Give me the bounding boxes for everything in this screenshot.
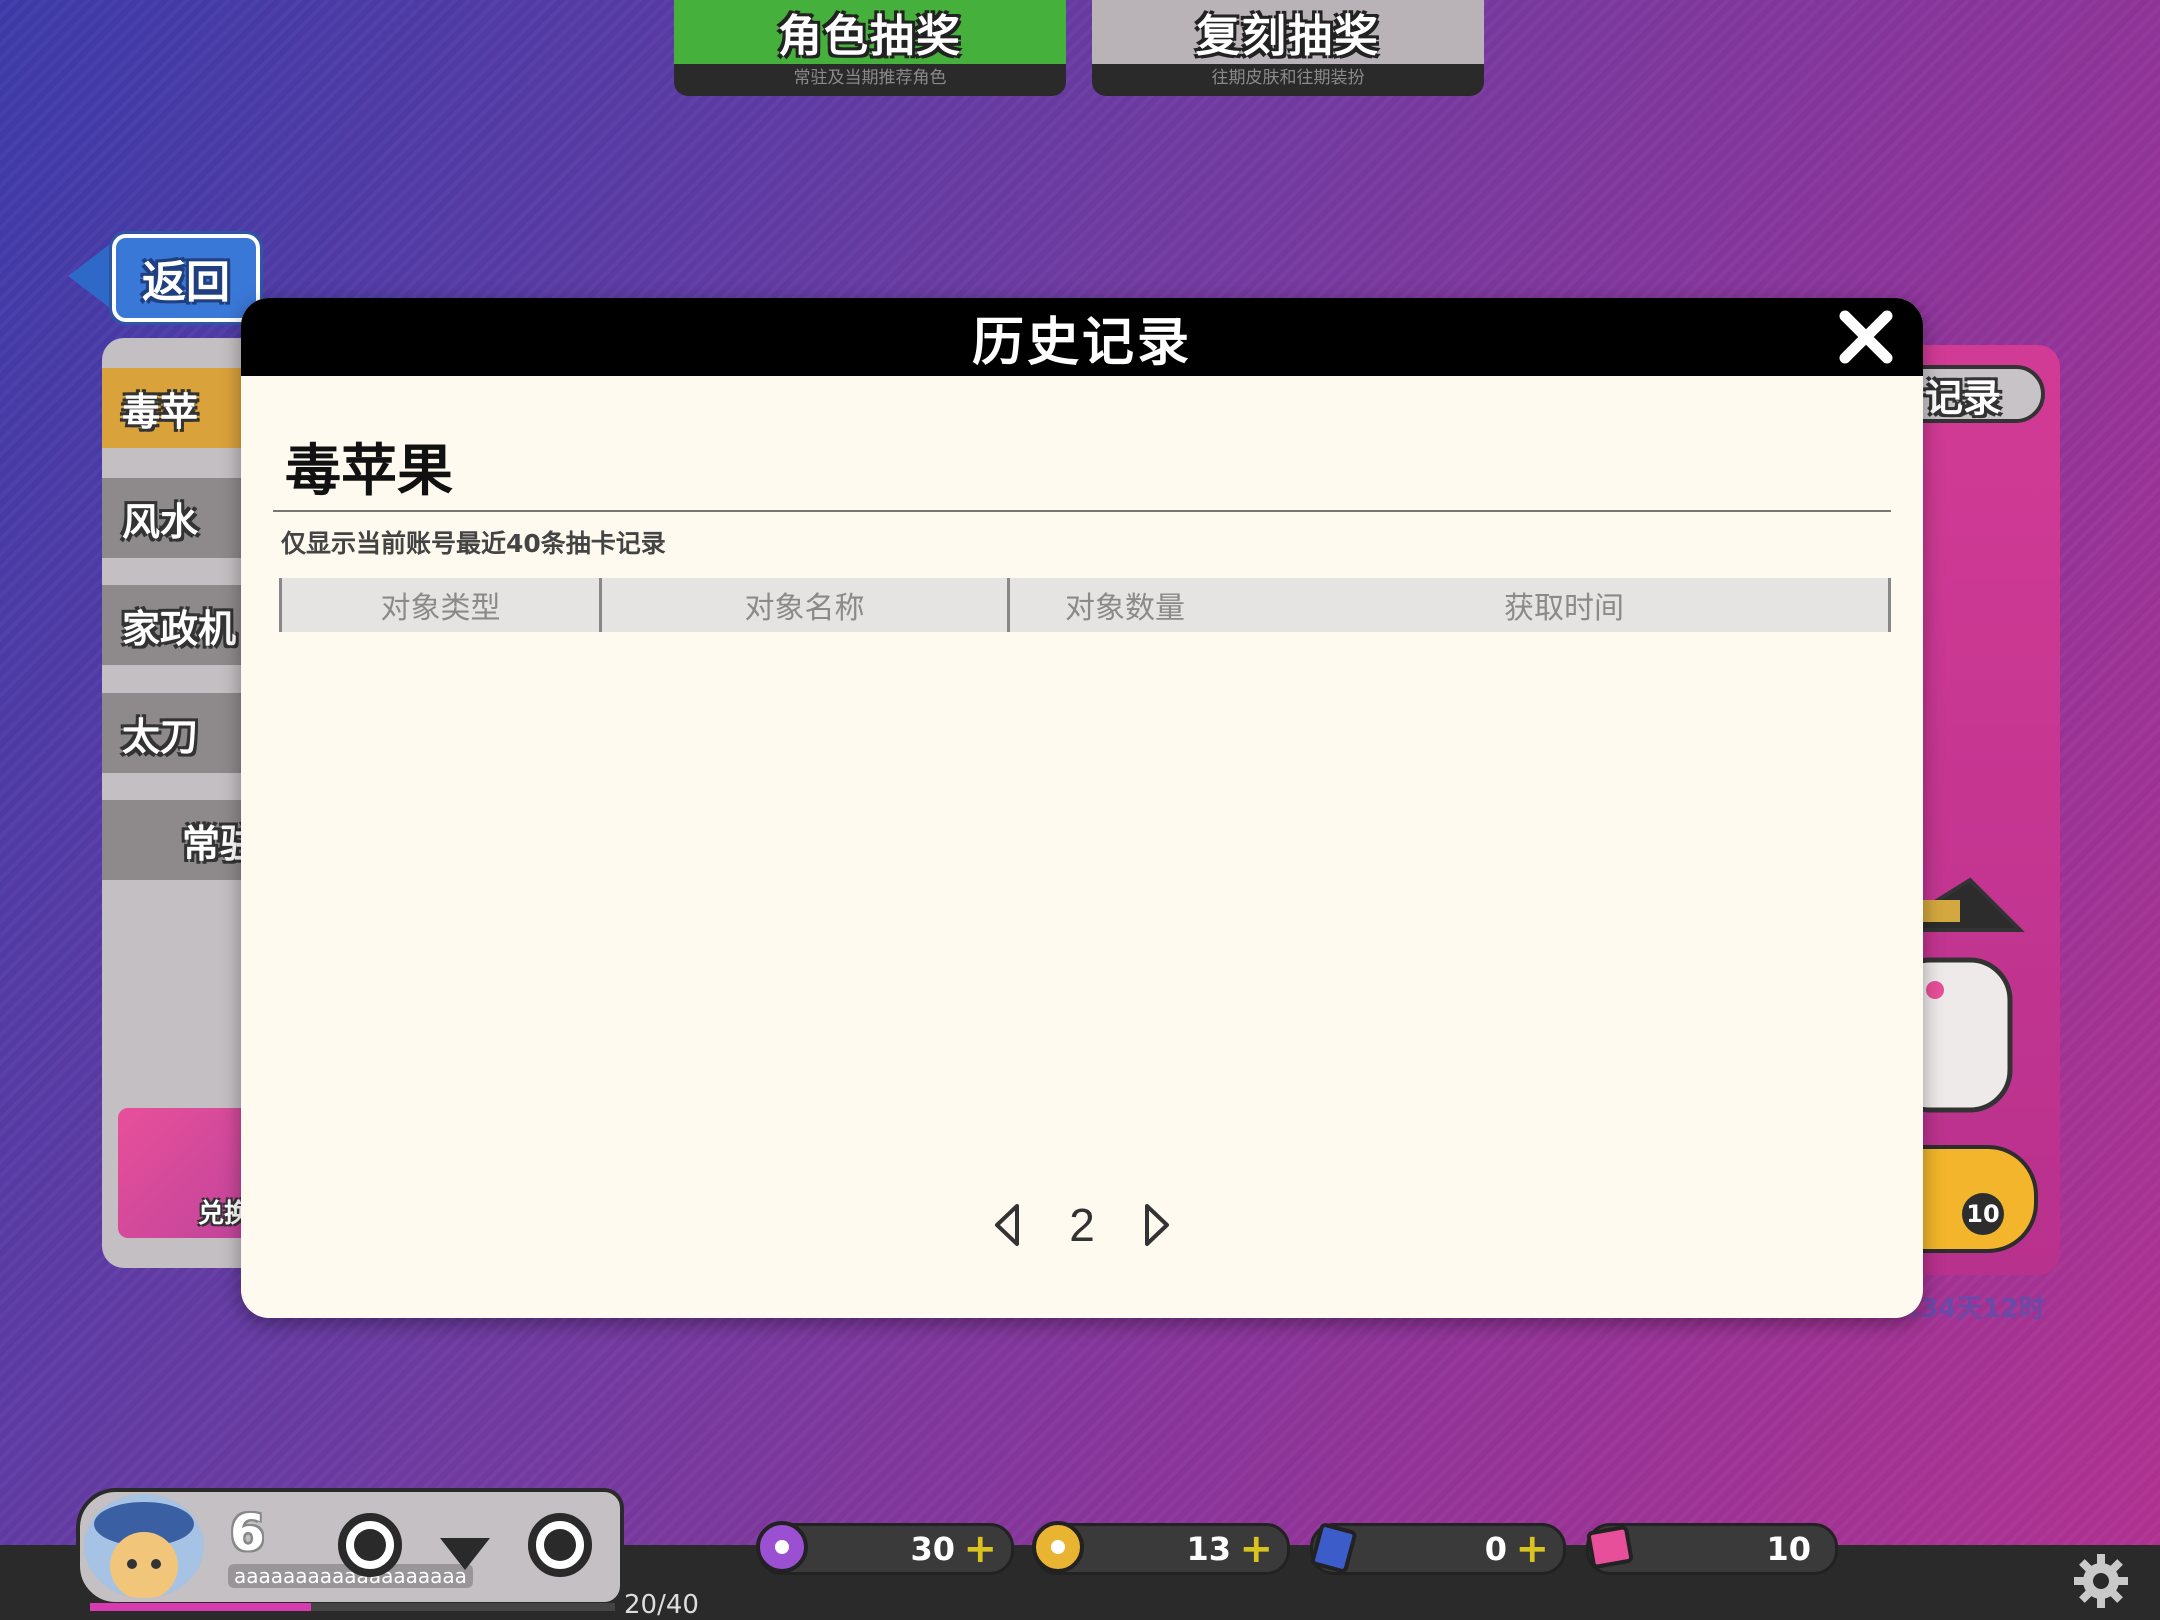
close-button[interactable] xyxy=(1835,306,1897,368)
tab-title: 角色抽奖 xyxy=(778,11,962,62)
pink-ticket-icon xyxy=(1586,1525,1634,1569)
category-label: 太刀 xyxy=(122,714,199,759)
divider xyxy=(273,510,1891,512)
gold-disc-icon xyxy=(1032,1521,1084,1573)
category-label: 风水 xyxy=(122,499,199,544)
modal-header: 历史记录 xyxy=(241,298,1923,376)
add-purple-disc-button[interactable]: + xyxy=(963,1526,997,1572)
resource-gold-disc: 13 + xyxy=(1032,1521,1290,1575)
xp-bar xyxy=(90,1603,615,1611)
column-header-name: 对象名称 xyxy=(602,578,1010,632)
column-header-quantity: 对象数量 xyxy=(1065,591,1185,626)
tab-title: 复刻抽奖 xyxy=(1196,11,1380,62)
ticket-icon xyxy=(1311,1523,1357,1573)
back-arrow-icon xyxy=(68,238,118,314)
record-label: 记录 xyxy=(1924,375,2001,420)
tab-character-draw[interactable]: 角色抽奖 常驻及当期推荐角色 xyxy=(674,0,1066,96)
purple-disc-icon xyxy=(756,1521,808,1573)
add-gold-disc-button[interactable]: + xyxy=(1239,1526,1273,1572)
tab-subtitle: 常驻及当期推荐角色 xyxy=(793,68,947,88)
pagination: 2 xyxy=(241,1198,1923,1252)
pool-timer: :34天12时 xyxy=(1910,1294,2045,1324)
settings-gear-icon[interactable] xyxy=(2072,1552,2130,1610)
table-header: 对象类型 对象名称 对象数量 获取时间 xyxy=(279,578,1891,632)
resource-value: 0 xyxy=(1484,1530,1507,1568)
back-label: 返回 xyxy=(142,257,230,308)
history-modal: 历史记录 毒苹果 仅显示当前账号最近40条抽卡记录 对象类型 对象名称 对象数量… xyxy=(241,298,1923,1318)
avatar xyxy=(84,1494,204,1598)
avatar-icon xyxy=(84,1494,204,1598)
resource-ticket: 0 + xyxy=(1310,1523,1566,1575)
add-ticket-button[interactable]: + xyxy=(1515,1526,1549,1572)
page-number: 2 xyxy=(1069,1199,1095,1251)
xp-bar-fill xyxy=(90,1603,311,1611)
draw-ten-count: 10 xyxy=(1962,1193,2004,1235)
prev-page-button[interactable] xyxy=(989,1200,1025,1250)
resource-pink-ticket: 10 xyxy=(1586,1523,1838,1575)
face-decoration-icon xyxy=(338,1513,592,1577)
xp-text: 20/40 xyxy=(624,1590,699,1620)
close-icon xyxy=(1839,310,1893,364)
resource-value: 30 xyxy=(910,1530,955,1568)
modal-title: 历史记录 xyxy=(971,312,1192,373)
resource-value: 10 xyxy=(1766,1530,1811,1568)
resource-purple-disc: 30 + xyxy=(756,1521,1014,1575)
tab-subtitle: 往期皮肤和往期装扮 xyxy=(1211,68,1365,88)
record-limit-note: 仅显示当前账号最近40条抽卡记录 xyxy=(281,529,666,558)
back-button[interactable]: 返回 xyxy=(68,232,260,322)
pool-name: 毒苹果 xyxy=(285,439,453,504)
resource-value: 13 xyxy=(1186,1530,1231,1568)
player-level: 6 xyxy=(230,1504,265,1562)
category-label: 毒苹 xyxy=(122,389,199,434)
tab-rerun-draw[interactable]: 复刻抽奖 往期皮肤和往期装扮 xyxy=(1092,0,1484,96)
player-profile[interactable]: 6 aaaaaaaaaaaaaaaaaaa xyxy=(76,1488,624,1606)
next-page-button[interactable] xyxy=(1139,1200,1175,1250)
category-label: 家政机 xyxy=(122,606,237,651)
column-header-time: 获取时间 xyxy=(1504,591,1624,626)
column-header-type: 对象类型 xyxy=(282,578,602,632)
